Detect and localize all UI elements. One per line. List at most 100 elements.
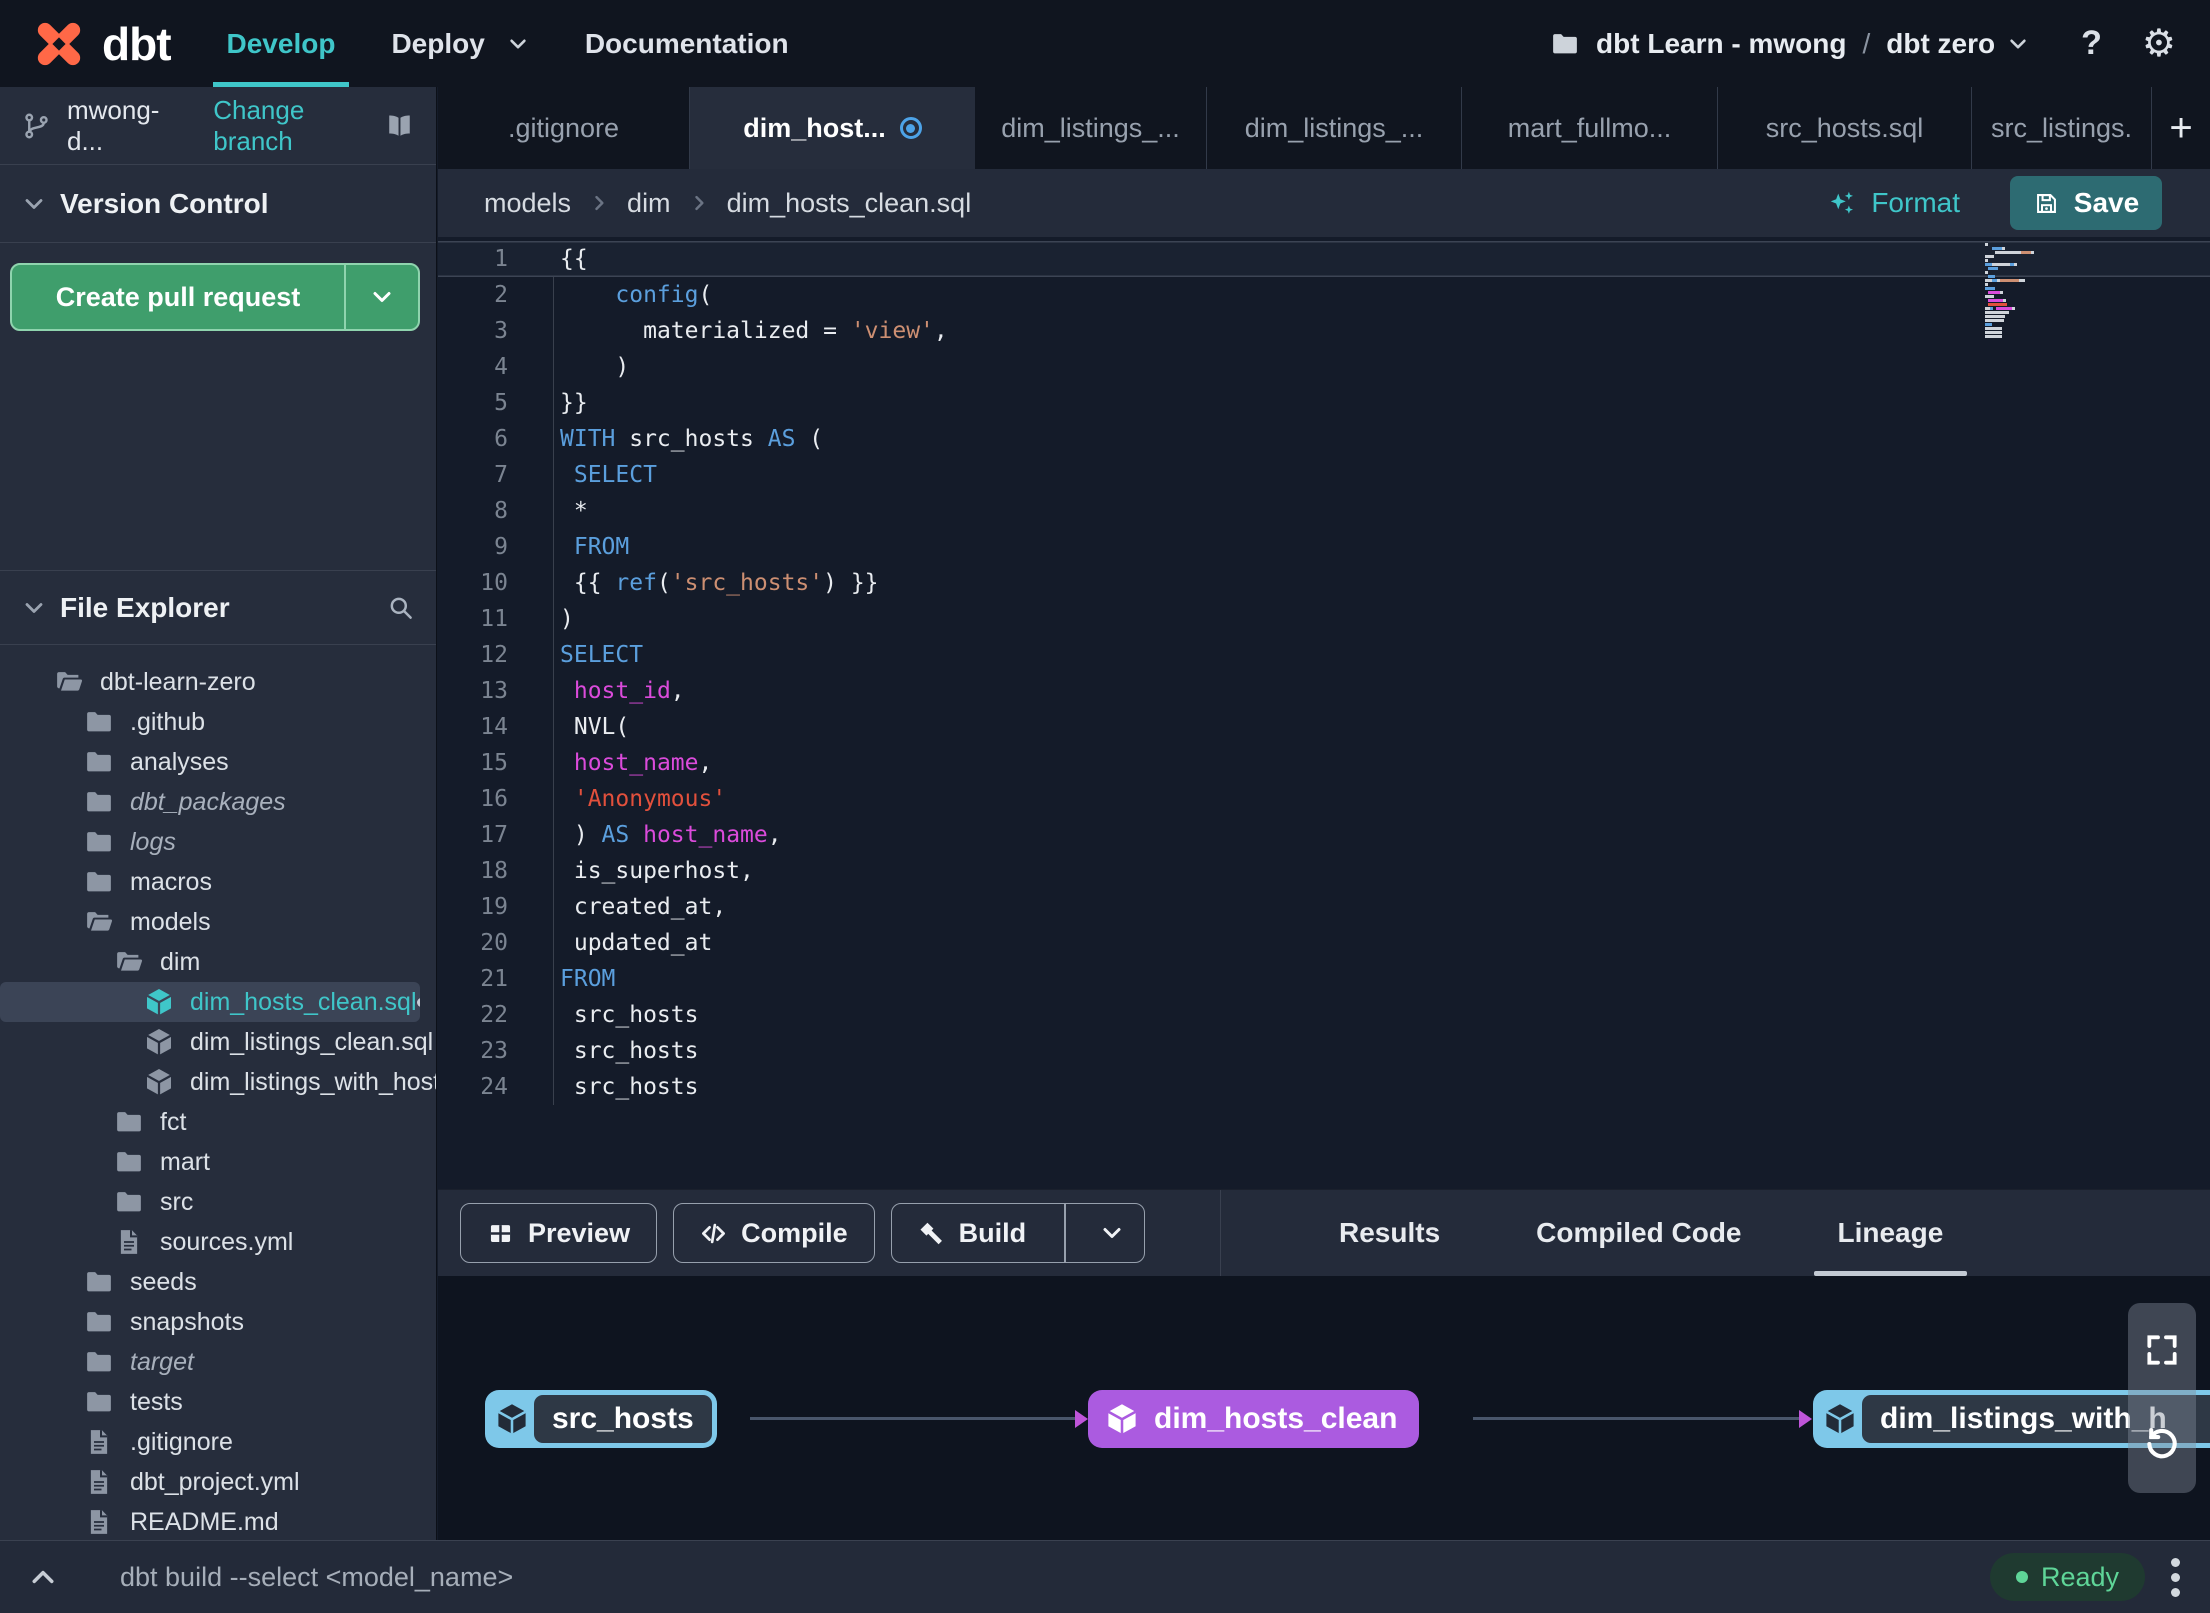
editor-toolbar: models dim dim_hosts_clean.sql Format Sa…: [438, 169, 2210, 237]
code-editor[interactable]: 1{{2 config(3 materialized = 'view', 4 ) 5…: [438, 237, 2210, 1189]
project-name[interactable]: dbt zero: [1886, 28, 1995, 60]
chevron-down-icon[interactable]: [2007, 33, 2029, 55]
code-line[interactable]: 3 materialized = 'view',: [438, 313, 2210, 349]
tree-item-.gitignore[interactable]: .gitignore: [0, 1422, 436, 1462]
tree-item-target[interactable]: target: [0, 1342, 436, 1382]
tree-item-readme.md[interactable]: README.md: [0, 1502, 436, 1540]
editor-tab[interactable]: .gitignore: [438, 87, 690, 169]
preview-button[interactable]: Preview: [460, 1203, 658, 1263]
tree-item-analyses[interactable]: analyses: [0, 742, 436, 782]
code-line[interactable]: 2 config(: [438, 277, 2210, 313]
compile-button[interactable]: Compile: [673, 1203, 875, 1263]
file-explorer-header[interactable]: File Explorer: [0, 570, 436, 645]
tree-item-dim-listings-clean.sql[interactable]: dim_listings_clean.sql: [0, 1022, 436, 1062]
tree-item-fct[interactable]: fct: [0, 1102, 436, 1142]
code-line[interactable]: 10 {{ ref('src_hosts') }}: [438, 565, 2210, 601]
change-branch-link[interactable]: Change branch: [213, 95, 385, 157]
tree-item-dim[interactable]: dim: [0, 942, 436, 982]
lineage-node-src-hosts[interactable]: src_hosts: [485, 1390, 717, 1448]
code-line[interactable]: 9 FROM: [438, 529, 2210, 565]
editor-tab[interactable]: dim_listings_...: [1207, 87, 1462, 169]
create-pull-request-button[interactable]: Create pull request: [10, 263, 420, 331]
code-line[interactable]: 23 src_hosts: [438, 1033, 2210, 1069]
command-hint[interactable]: dbt build --select <model_name>: [120, 1562, 513, 1593]
nav-deploy[interactable]: Deploy: [391, 0, 528, 87]
code-line[interactable]: 11): [438, 601, 2210, 637]
tree-item-dbt-learn-zero[interactable]: dbt-learn-zero: [0, 662, 436, 702]
code-line[interactable]: 19 created_at,: [438, 889, 2210, 925]
file-icon: [114, 1227, 144, 1257]
tree-item-label: seeds: [130, 1267, 197, 1296]
tree-item-dbt-packages[interactable]: dbt_packages: [0, 782, 436, 822]
editor-tab[interactable]: src_listings.: [1972, 87, 2152, 169]
code-line[interactable]: 4 ): [438, 349, 2210, 385]
code-line[interactable]: 15 host_name,: [438, 745, 2210, 781]
minimap[interactable]: [1985, 243, 2037, 339]
tree-item-macros[interactable]: macros: [0, 862, 436, 902]
fullscreen-icon[interactable]: [2143, 1331, 2181, 1369]
lineage-panel[interactable]: src_hosts dim_hosts_clean dim_listings_w…: [438, 1276, 2210, 1540]
save-button[interactable]: Save: [2010, 176, 2162, 230]
tree-item-label: src: [160, 1187, 194, 1216]
code-line[interactable]: 12 SELECT: [438, 637, 2210, 673]
breadcrumb-models[interactable]: models: [484, 188, 571, 219]
line-number: 12: [480, 642, 508, 668]
tab-compiled-code[interactable]: Compiled Code: [1488, 1190, 1789, 1276]
code-line[interactable]: 21 FROM: [438, 961, 2210, 997]
tree-item-.github[interactable]: .github: [0, 702, 436, 742]
code-line[interactable]: 7 SELECT: [438, 457, 2210, 493]
tree-item-dbt-project.yml[interactable]: dbt_project.yml: [0, 1462, 436, 1502]
format-button[interactable]: Format: [1827, 187, 1960, 219]
nav-documentation[interactable]: Documentation: [585, 0, 789, 87]
code-line[interactable]: 16 'Anonymous': [438, 781, 2210, 817]
code-line[interactable]: 24 src_hosts: [438, 1069, 2210, 1105]
reset-refresh-icon[interactable]: [2143, 1425, 2181, 1463]
chevron-right-icon: [595, 195, 604, 211]
tree-item-sources.yml[interactable]: sources.yml: [0, 1222, 436, 1262]
kebab-menu-icon[interactable]: [2171, 1557, 2180, 1597]
tree-item-models[interactable]: models: [0, 902, 436, 942]
search-icon[interactable]: [387, 594, 414, 621]
code-line[interactable]: 13 host_id,: [438, 673, 2210, 709]
tree-item-dim-hosts-clean.sql[interactable]: dim_hosts_clean.sql: [0, 982, 420, 1022]
code-text: created_at,: [560, 894, 727, 920]
tree-item-snapshots[interactable]: snapshots: [0, 1302, 436, 1342]
tree-item-seeds[interactable]: seeds: [0, 1262, 436, 1302]
build-dropdown-toggle[interactable]: [1080, 1221, 1144, 1245]
editor-tab[interactable]: dim_listings_...: [975, 87, 1207, 169]
new-tab-button[interactable]: +: [2152, 87, 2210, 169]
settings-gear-icon[interactable]: ⚙: [2142, 21, 2176, 66]
help-icon[interactable]: ?: [2081, 24, 2102, 63]
tree-item-mart[interactable]: mart: [0, 1142, 436, 1182]
lineage-node-dim-hosts-clean[interactable]: dim_hosts_clean: [1088, 1390, 1420, 1448]
code-line[interactable]: 18 is_superhost,: [438, 853, 2210, 889]
code-line[interactable]: 14 NVL(: [438, 709, 2210, 745]
code-line[interactable]: 22 src_hosts: [438, 997, 2210, 1033]
code-line[interactable]: 1 {{: [438, 241, 2210, 277]
tree-item-logs[interactable]: logs: [0, 822, 436, 862]
build-button[interactable]: Build: [890, 1203, 1145, 1263]
action-bar: Preview Compile Build Results Compiled C…: [438, 1189, 2210, 1276]
breadcrumb-dim[interactable]: dim: [627, 188, 671, 219]
code-line[interactable]: 17 ) AS host_name,: [438, 817, 2210, 853]
version-control-header[interactable]: Version Control: [0, 165, 436, 243]
docs-book-icon[interactable]: [385, 111, 414, 141]
editor-tab[interactable]: dim_host...: [690, 87, 975, 169]
editor-tab[interactable]: src_hosts.sql: [1718, 87, 1972, 169]
tab-lineage[interactable]: Lineage: [1790, 1190, 1992, 1276]
pr-dropdown-toggle[interactable]: [346, 265, 418, 329]
code-line[interactable]: 8 *: [438, 493, 2210, 529]
tree-item-label: dim_listings_clean.sql: [190, 1027, 434, 1056]
code-line[interactable]: 5}}: [438, 385, 2210, 421]
create-pull-request-label: Create pull request: [55, 281, 301, 312]
nav-develop[interactable]: Develop: [212, 0, 350, 87]
tree-item-tests[interactable]: tests: [0, 1382, 436, 1422]
tree-item-src[interactable]: src: [0, 1182, 436, 1222]
code-line[interactable]: 20 updated_at: [438, 925, 2210, 961]
tab-results[interactable]: Results: [1291, 1190, 1488, 1276]
code-line[interactable]: 6 WITH src_hosts AS (: [438, 421, 2210, 457]
editor-tab[interactable]: mart_fullmo...: [1462, 87, 1718, 169]
tree-item-dim-listings-with-hosts...[interactable]: dim_listings_with_hosts...: [0, 1062, 436, 1102]
dbt-logo[interactable]: dbt: [30, 15, 172, 73]
chevron-up-icon[interactable]: [28, 1562, 58, 1592]
